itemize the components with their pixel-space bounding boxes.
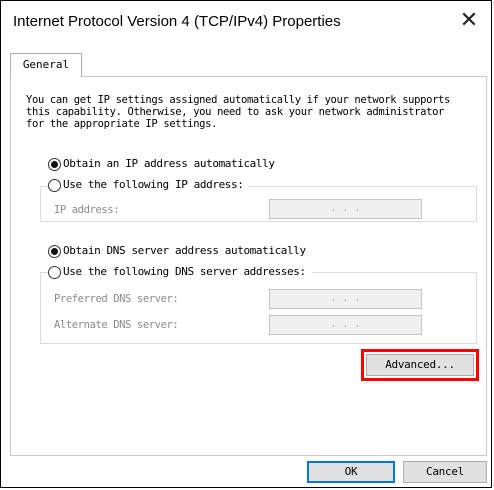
title-bar: Internet Protocol Version 4 (TCP/IPv4) P… (1, 1, 491, 45)
radio-use-following-dns-label: Use the following DNS server addresses: (63, 265, 306, 278)
radio-obtain-dns-auto-label: Obtain DNS server address automatically (63, 244, 306, 257)
alternate-dns-input[interactable]: . . . (269, 315, 422, 335)
alternate-dns-label: Alternate DNS server: (54, 319, 179, 331)
radio-button-checked-icon[interactable] (48, 157, 61, 171)
radio-obtain-ip-auto-label: Obtain an IP address automatically (63, 157, 275, 170)
tab-general[interactable]: General (10, 53, 82, 77)
radio-obtain-dns-auto[interactable]: Obtain DNS server address automatically (48, 243, 312, 259)
radio-button-unchecked-icon[interactable] (48, 178, 61, 192)
close-icon[interactable]: ✕ (457, 7, 481, 35)
ok-button[interactable]: OK (307, 461, 395, 483)
radio-use-following-dns[interactable]: Use the following DNS server addresses: (48, 264, 312, 280)
ip-address-label: IP address: (54, 204, 120, 216)
tab-strip: General (1, 47, 491, 77)
cancel-button[interactable]: Cancel (403, 461, 487, 483)
radio-button-unchecked-icon[interactable] (48, 265, 61, 279)
ipv4-properties-dialog: Internet Protocol Version 4 (TCP/IPv4) P… (0, 0, 492, 488)
radio-obtain-ip-auto[interactable]: Obtain an IP address automatically (48, 156, 281, 172)
description-text: You can get IP settings assigned automat… (26, 94, 450, 130)
window-title: Internet Protocol Version 4 (TCP/IPv4) P… (13, 13, 341, 30)
radio-use-following-ip[interactable]: Use the following IP address: (48, 177, 250, 193)
ip-address-input[interactable]: . . . (269, 199, 422, 219)
radio-button-checked-icon[interactable] (48, 244, 61, 258)
advanced-button[interactable]: Advanced... (366, 354, 474, 376)
preferred-dns-input[interactable]: . . . (269, 289, 422, 309)
preferred-dns-label: Preferred DNS server: (54, 293, 179, 305)
radio-use-following-ip-label: Use the following IP address: (63, 178, 244, 191)
